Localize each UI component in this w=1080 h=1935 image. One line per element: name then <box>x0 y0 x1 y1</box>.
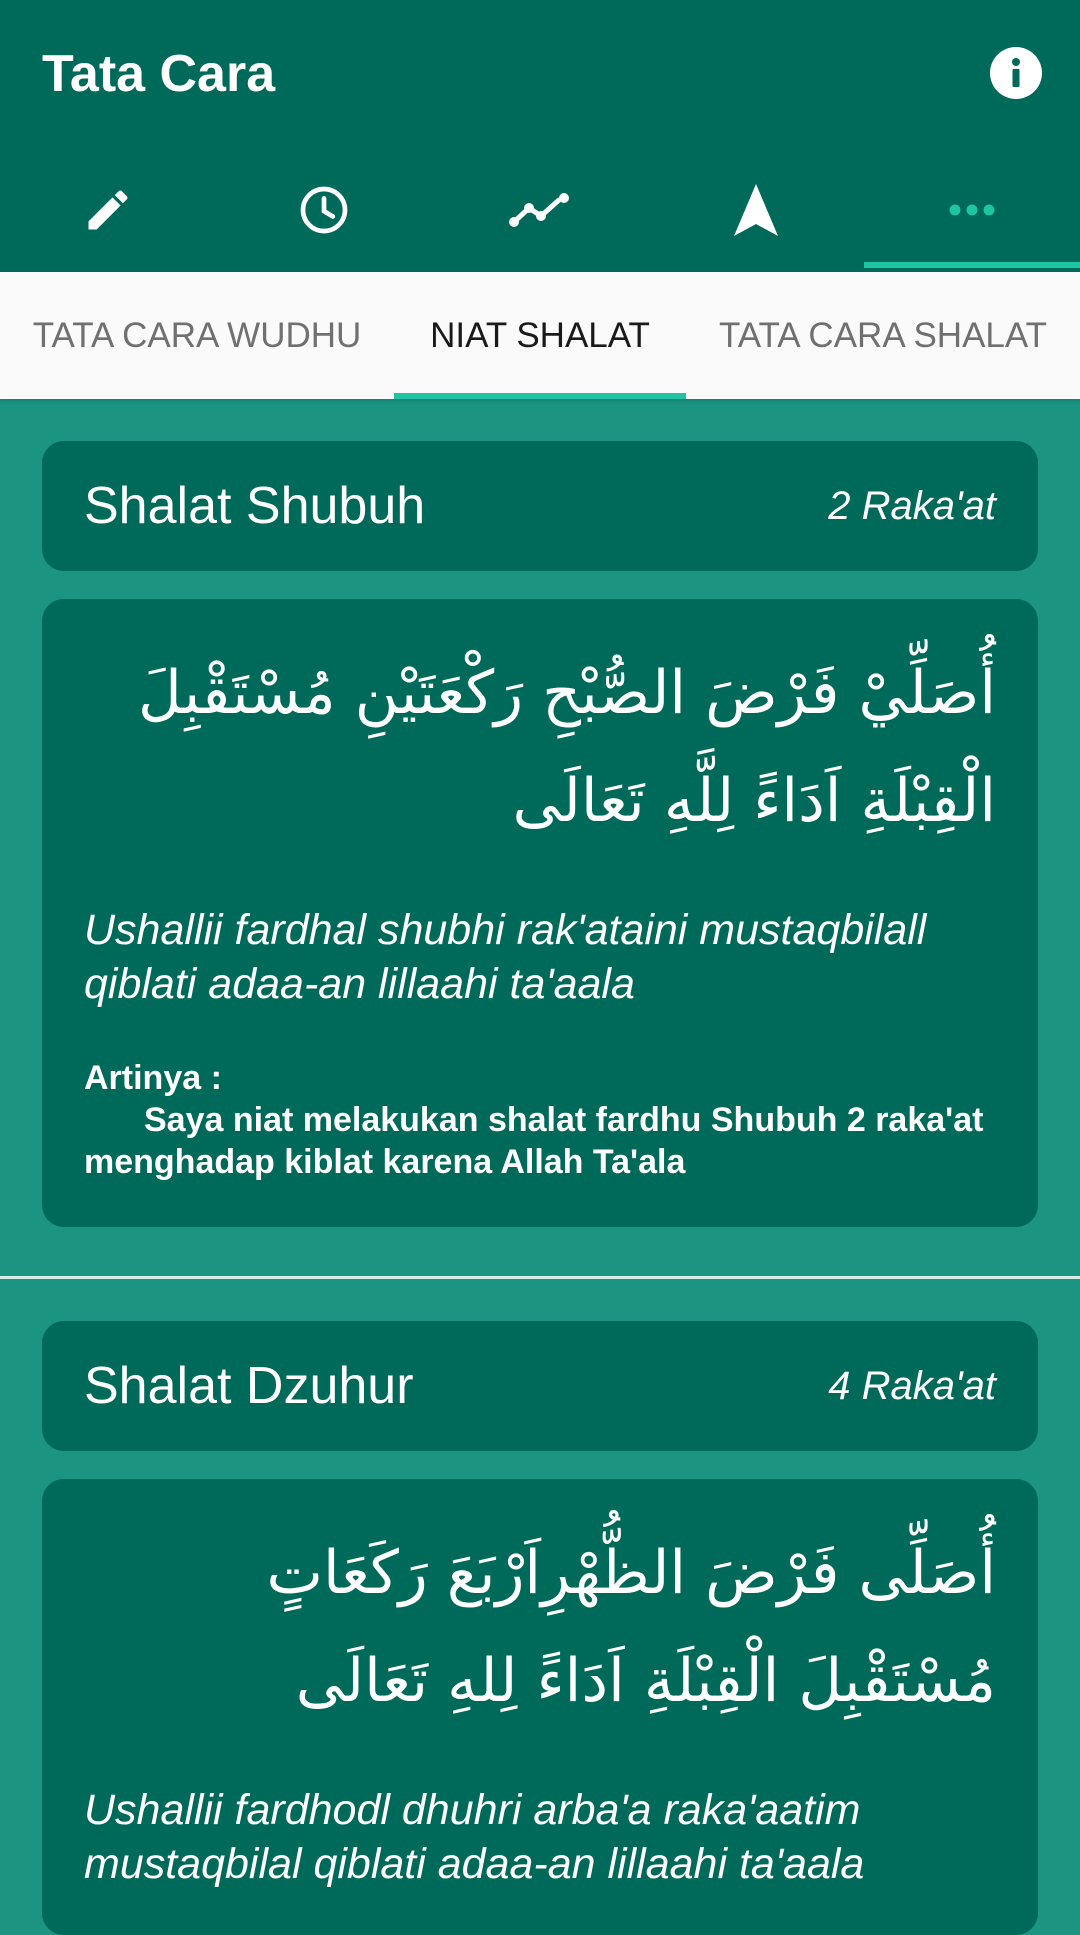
tab-tata-cara-wudhu[interactable]: TATA CARA WUDHU <box>0 272 394 399</box>
prayer-section-dzuhur: Shalat Dzuhur 4 Raka'at أُصَلِّى فَرْضَ … <box>42 1321 1038 1935</box>
niat-latin-text: Ushallii fardhal shubhi rak'ataini musta… <box>84 906 927 1008</box>
tab-pencil[interactable] <box>0 160 216 260</box>
meaning-label: Artinya : <box>84 1059 222 1097</box>
section-divider <box>0 1276 1080 1279</box>
prayer-rakaat: 2 Raka'at <box>828 484 996 528</box>
tab-clock[interactable] <box>216 160 432 260</box>
clock-icon <box>296 182 352 238</box>
tab-navigation[interactable] <box>648 160 864 260</box>
prayer-header-card: Shalat Shubuh 2 Raka'at <box>42 441 1038 571</box>
prayer-name: Shalat Dzuhur <box>84 1357 414 1415</box>
trending-line-icon <box>509 190 571 230</box>
tab-niat-shalat[interactable]: NIAT SHALAT <box>394 272 686 399</box>
pencil-icon <box>82 184 134 236</box>
tab-trend[interactable] <box>432 160 648 260</box>
niat-arabic-text: أُصَلِّيْ فَرْضَ الصُّبْحِ رَكْعَتَيْنِ … <box>138 658 996 836</box>
meaning-text: Saya niat melakukan shalat fardhu Shubuh… <box>84 1101 984 1181</box>
more-horizontal-icon <box>948 203 996 217</box>
prayer-name: Shalat Shubuh <box>84 477 426 535</box>
prayer-niat-card: أُصَلِّى فَرْضَ الظُّهْرِاَرْبَعَ رَكَعَ… <box>42 1479 1038 1935</box>
prayer-niat-card: أُصَلِّيْ فَرْضَ الصُّبْحِ رَكْعَتَيْنِ … <box>42 599 1038 1227</box>
niat-latin-text: Ushallii fardhodl dhuhri arba'a raka'aat… <box>84 1786 865 1888</box>
prayer-rakaat: 4 Raka'at <box>828 1364 996 1408</box>
tab-more[interactable] <box>864 160 1080 268</box>
sub-tab-bar: TATA CARA WUDHU NIAT SHALAT TATA CARA SH… <box>0 272 1080 399</box>
icon-tab-bar <box>0 160 1080 272</box>
niat-arabic-text: أُصَلِّى فَرْضَ الظُّهْرِاَرْبَعَ رَكَعَ… <box>266 1538 997 1716</box>
app-bar: Tata Cara <box>0 0 1080 272</box>
prayer-header-card: Shalat Dzuhur 4 Raka'at <box>42 1321 1038 1451</box>
tab-tata-cara-shalat[interactable]: TATA CARA SHALAT <box>686 272 1080 399</box>
info-icon[interactable] <box>990 47 1042 99</box>
prayer-section-shubuh: Shalat Shubuh 2 Raka'at أُصَلِّيْ فَرْضَ… <box>42 441 1038 1227</box>
navigation-arrow-icon <box>732 182 780 238</box>
page-title: Tata Cara <box>42 45 276 103</box>
